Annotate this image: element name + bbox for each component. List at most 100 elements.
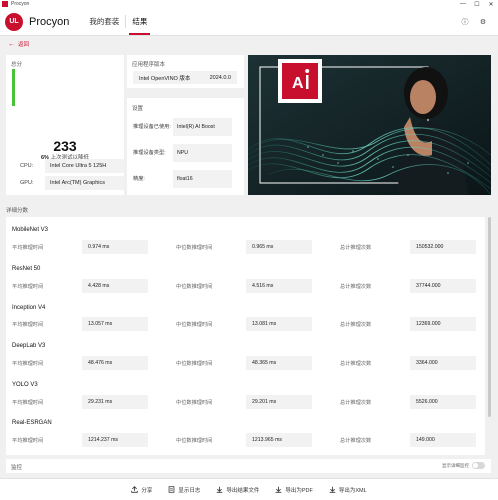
export-xml-button[interactable]: 导出为XML: [329, 486, 367, 494]
total-count-label: 总计推理次数: [340, 321, 372, 328]
gpu-label: GPU:: [20, 180, 34, 186]
monitoring-label: 监控: [11, 465, 23, 471]
ul-logo: UL: [5, 12, 23, 31]
settings-value: float16: [173, 170, 232, 188]
detailed-monitoring-toggle[interactable]: [472, 462, 485, 469]
back-label: 返回: [18, 42, 30, 48]
settings-value: NPU: [173, 144, 232, 162]
export-xml-label: 导出为XML: [338, 487, 367, 494]
median-time-label: 中位数推理时间: [176, 437, 213, 444]
median-time-value: 1213.965 ms: [246, 433, 312, 447]
total-count-label: 总计推理次数: [340, 360, 372, 367]
gpu-row: GPU: Intel Arc(TM) Graphics: [20, 176, 124, 190]
settings-row-device-type: 推理设备类型: NPU: [133, 144, 238, 162]
avg-time-label: 平均推理时间: [12, 283, 44, 290]
detailed-monitoring-label: 显示详细监控: [442, 462, 469, 468]
median-time-label: 中位数推理时间: [176, 244, 213, 251]
score-value: 233: [53, 138, 77, 154]
avg-time-value: 29.231 ms: [82, 395, 148, 409]
export-result-file-button[interactable]: 导出结果文件: [216, 486, 259, 494]
median-time-value: 4.516 ms: [246, 279, 312, 293]
detailed-monitoring-toggle-wrap: 显示详细监控: [442, 462, 485, 469]
model-row: 平均推理时间 4.428 ms 中位数推理时间 4.516 ms 总计推理次数 …: [6, 279, 485, 293]
total-count-value: 149.000: [410, 433, 476, 447]
pdf-icon: [275, 486, 282, 493]
settings-row-device: 推理设备已使用: Intel(R) AI Boost: [133, 118, 238, 136]
info-icon[interactable]: ⓘ: [458, 17, 472, 27]
app-header: UL Procyon 我的套装 结果 ⓘ ⚙: [0, 8, 498, 36]
avg-time-value: 1214.237 ms: [82, 433, 148, 447]
avg-time-label: 平均推理时间: [12, 321, 44, 328]
settings-row-precision: 精度: float16: [133, 170, 238, 188]
cpu-value: Intel Core Ultra 5 125H: [45, 159, 124, 173]
avg-time-label: 平均推理时间: [12, 437, 44, 444]
footer-toolbar: 分享 显示日志 导出结果文件 导出为PDF 导出为XML: [0, 478, 498, 500]
hero-illustration: A: [248, 55, 491, 195]
share-button[interactable]: 分享: [131, 486, 152, 494]
model-name: ResNet 50: [12, 266, 41, 272]
export-result-file-label: 导出结果文件: [226, 487, 260, 494]
median-time-label: 中位数推理时间: [176, 283, 213, 290]
show-log-label: 显示日志: [178, 487, 201, 494]
scrollbar-thumb[interactable]: [488, 217, 491, 417]
back-arrow-icon: ←: [8, 40, 15, 48]
tab-my-suites[interactable]: 我的套装: [83, 8, 125, 35]
avg-time-value: 0.974 ms: [82, 240, 148, 254]
openvino-version-value: 2024.0.0: [209, 74, 231, 81]
cpu-row: CPU: Intel Core Ultra 5 125H: [20, 159, 124, 173]
total-count-value: 12369.000: [410, 317, 476, 331]
maximize-button[interactable]: ☐: [470, 1, 484, 8]
median-time-label: 中位数推理时间: [176, 399, 213, 406]
show-log-button[interactable]: 显示日志: [168, 486, 200, 494]
median-time-label: 中位数推理时间: [176, 321, 213, 328]
median-time-value: 0.965 ms: [246, 240, 312, 254]
close-button[interactable]: ✕: [484, 1, 498, 8]
model-name: DeepLab V3: [12, 343, 46, 349]
minimize-button[interactable]: —: [456, 1, 470, 7]
brand-name: Procyon: [29, 15, 70, 28]
settings-value: Intel(R) AI Boost: [173, 118, 232, 136]
model-name: YOLO V3: [12, 382, 38, 388]
avg-time-label: 平均推理时间: [12, 399, 44, 406]
share-label: 分享: [141, 487, 153, 494]
app-version-label: 应用程序版本: [132, 62, 166, 68]
avg-time-value: 4.428 ms: [82, 279, 148, 293]
avg-time-label: 平均推理时间: [12, 360, 44, 367]
total-count-label: 总计推理次数: [340, 244, 372, 251]
log-icon: [168, 486, 175, 493]
median-time-value: 29.201 ms: [246, 395, 312, 409]
settings-key: 推理设备已使用:: [133, 123, 171, 130]
avg-time-value: 13.057 ms: [82, 317, 148, 331]
app-version-panel: 应用程序版本 Intel OpenVINO 版本 2024.0.0: [127, 55, 244, 88]
window-titlebar: Procyon — ☐ ✕: [0, 0, 498, 8]
total-count-value: 37744.000: [410, 279, 476, 293]
model-name: Real-ESRGAN: [12, 420, 52, 426]
gpu-value: Intel Arc(TM) Graphics: [45, 176, 124, 190]
tab-results[interactable]: 结果: [126, 8, 153, 35]
share-icon: [131, 486, 139, 493]
settings-key: 精度:: [133, 175, 145, 182]
model-name: MobileNet V3: [12, 227, 49, 233]
total-count-value: 150532.000: [410, 240, 476, 254]
score-label: 总分: [11, 62, 23, 68]
median-time-value: 13.081 ms: [246, 317, 312, 331]
app-icon: [2, 1, 8, 7]
score-indicator-bar: [12, 69, 15, 106]
avg-time-label: 平均推理时间: [12, 244, 44, 251]
avg-time-value: 48.476 ms: [82, 356, 148, 370]
model-name: Inception V4: [12, 305, 46, 311]
export-pdf-label: 导出为PDF: [285, 487, 313, 494]
model-row: 平均推理时间 13.057 ms 中位数推理时间 13.081 ms 总计推理次…: [6, 317, 485, 331]
export-pdf-button[interactable]: 导出为PDF: [275, 486, 313, 494]
gear-icon[interactable]: ⚙: [476, 18, 490, 26]
details-scrollbar[interactable]: [487, 217, 492, 455]
cpu-label: CPU:: [20, 163, 34, 169]
settings-key: 推理设备类型:: [133, 149, 166, 156]
median-time-value: 48.365 ms: [246, 356, 312, 370]
monitoring-panel: 监控 显示详细监控: [6, 459, 491, 473]
total-count-value: 3364.000: [410, 356, 476, 370]
model-row: 平均推理时间 48.476 ms 中位数推理时间 48.365 ms 总计推理次…: [6, 356, 485, 370]
details-label: 详细分数: [6, 208, 29, 214]
total-count-label: 总计推理次数: [340, 399, 372, 406]
back-link[interactable]: ← 返回: [8, 40, 30, 49]
